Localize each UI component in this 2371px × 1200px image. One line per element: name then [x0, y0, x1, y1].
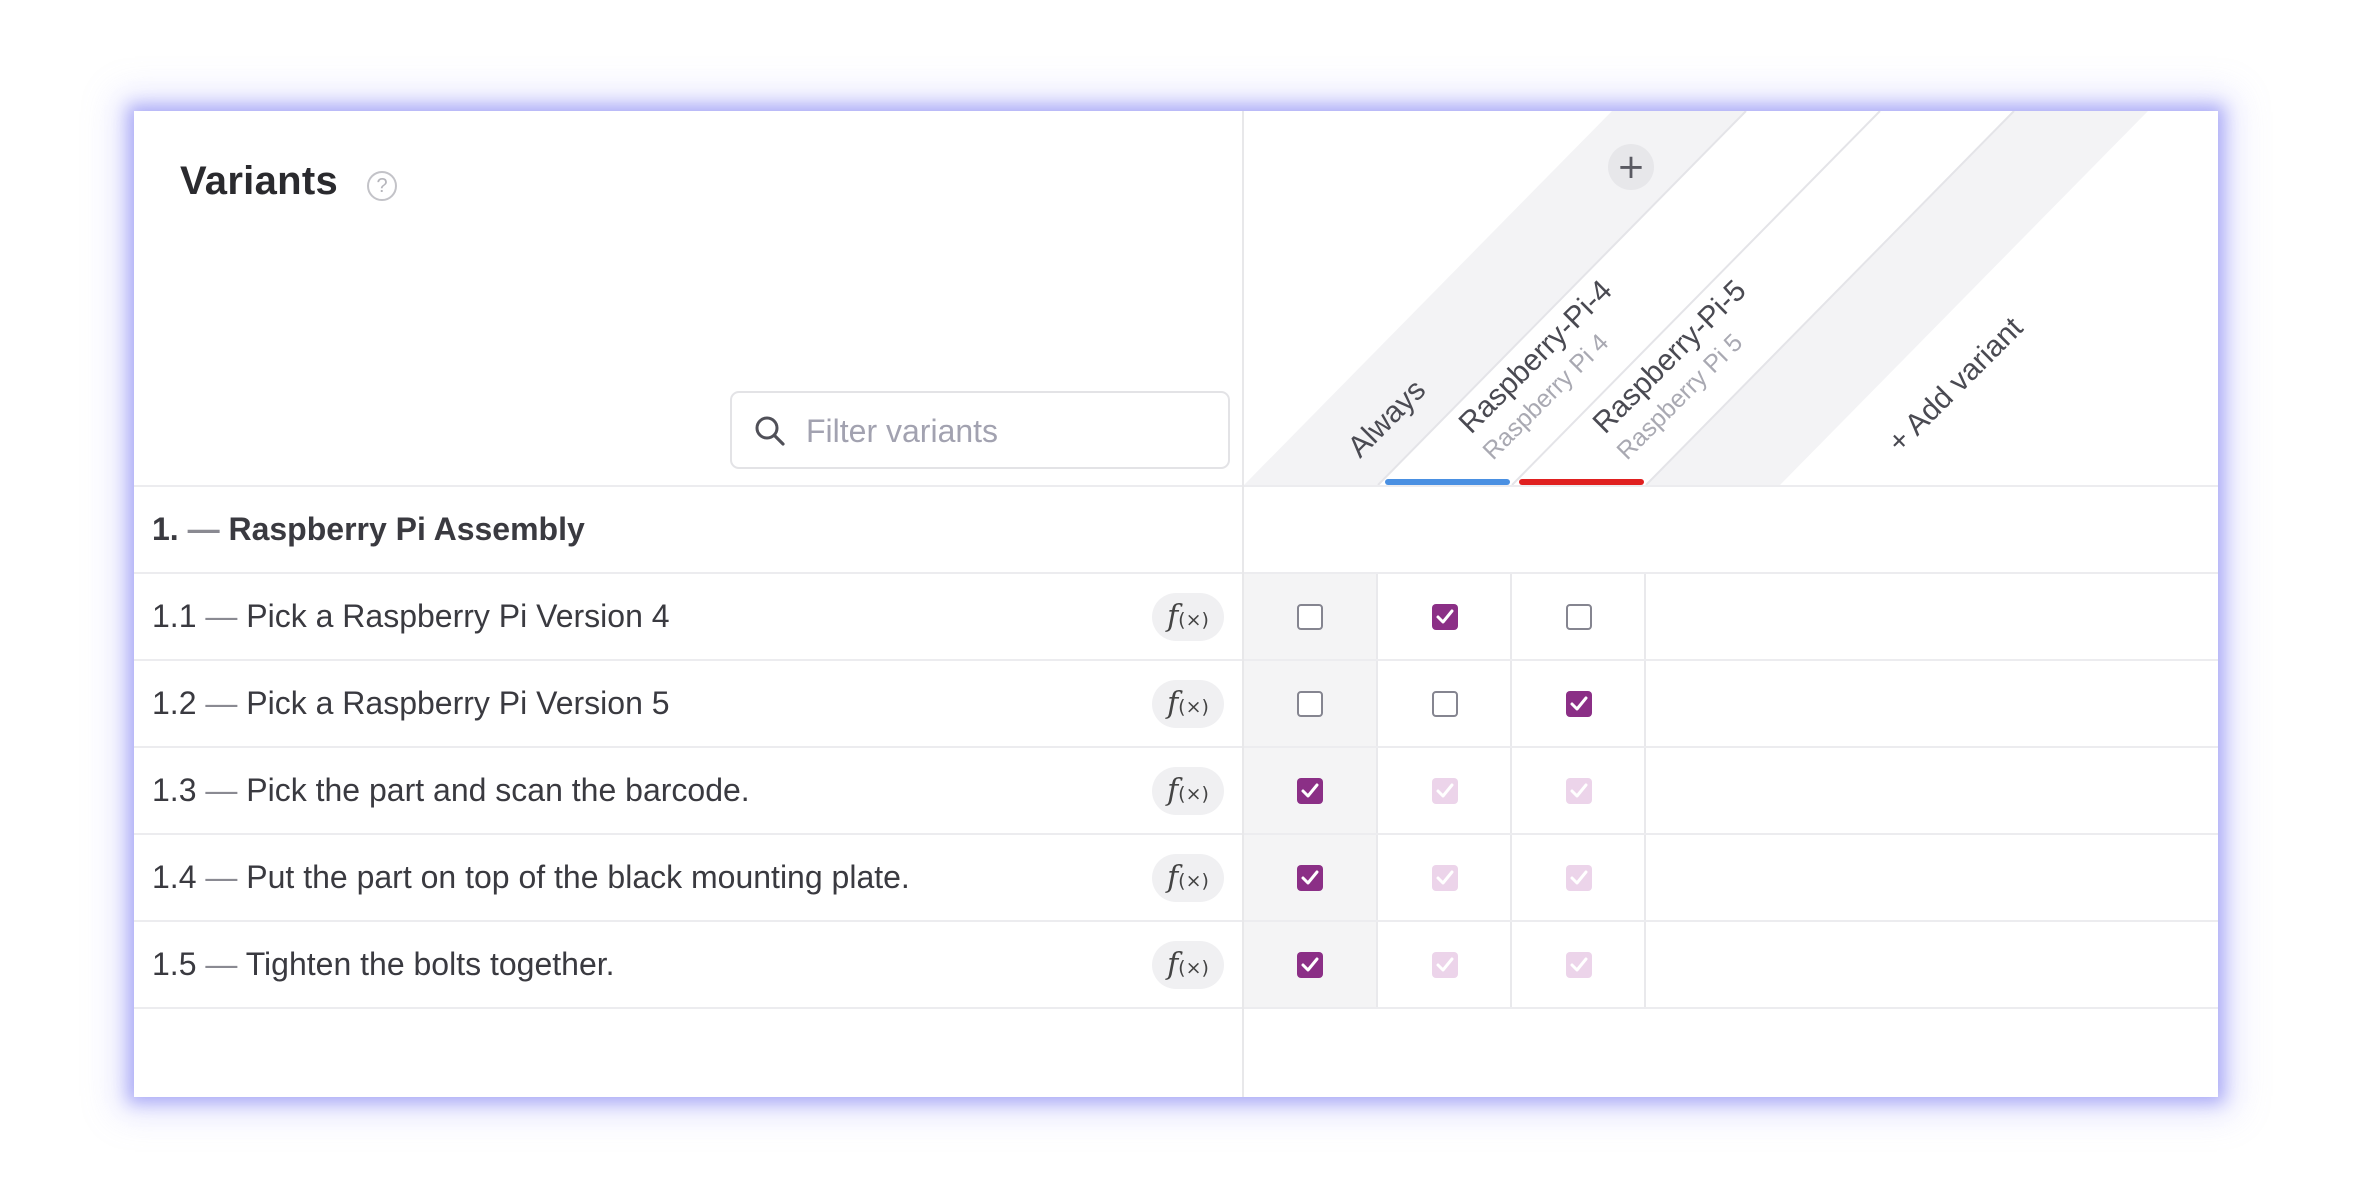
step-dash: —: [205, 685, 238, 721]
step-number: 1.2: [152, 685, 197, 721]
variant-checkbox-checked[interactable]: [1297, 778, 1323, 804]
filter-variants-input[interactable]: [804, 407, 1208, 455]
group-title: 1. — Raspberry Pi Assembly: [152, 487, 585, 571]
variant-cell: [1512, 574, 1646, 661]
formula-icon-args: (×): [1178, 609, 1209, 631]
step-row[interactable]: 1.1 — Pick a Raspberry Pi Version 4 f(×): [134, 572, 2218, 661]
step-text: Pick a Raspberry Pi Version 4: [246, 598, 670, 634]
variant-checkbox-unchecked[interactable]: [1432, 691, 1458, 717]
variant-checkbox-checked[interactable]: [1432, 604, 1458, 630]
formula-icon: f: [1167, 686, 1179, 721]
variants-panel: Variants ? + Always Raspberry-Pi-4 Raspb…: [134, 111, 2218, 1097]
step-number: 1.3: [152, 772, 197, 808]
variant-checkbox-checked[interactable]: [1566, 952, 1592, 978]
variant-checkbox-checked[interactable]: [1297, 952, 1323, 978]
step-dash: —: [205, 946, 238, 982]
checkmark-icon: [1436, 957, 1454, 972]
formula-icon: f: [1167, 947, 1179, 982]
variant-checkbox-unchecked[interactable]: [1566, 604, 1592, 630]
variant-checkbox-checked[interactable]: [1297, 865, 1323, 891]
help-icon[interactable]: ?: [367, 171, 397, 201]
checkmark-icon: [1436, 783, 1454, 798]
panel-title: Variants: [180, 159, 339, 203]
step-label: 1.2 — Pick a Raspberry Pi Version 5: [152, 661, 670, 745]
formula-button[interactable]: f(×): [1152, 854, 1224, 902]
variant-checkbox-checked[interactable]: [1566, 865, 1592, 891]
filter-box[interactable]: [730, 391, 1230, 469]
step-dash: —: [205, 772, 238, 808]
variant-cell: [1378, 661, 1512, 748]
step-text: Put the part on top of the black mountin…: [246, 859, 910, 895]
formula-icon-args: (×): [1178, 957, 1209, 979]
step-row[interactable]: 1.5 — Tighten the bolts together. f(×): [134, 920, 2218, 1009]
checkmark-icon: [1570, 870, 1588, 885]
step-number: 1.1: [152, 598, 197, 634]
formula-button[interactable]: f(×): [1152, 767, 1224, 815]
group-title-text: Raspberry Pi Assembly: [228, 511, 585, 547]
step-text: Pick a Raspberry Pi Version 5: [246, 685, 670, 721]
variant-cell: [1378, 835, 1512, 922]
variant-cell: [1512, 835, 1646, 922]
checkmark-icon: [1301, 957, 1319, 972]
checkmark-icon: [1570, 957, 1588, 972]
variant-cell: [1244, 661, 1378, 748]
formula-icon: f: [1167, 599, 1179, 634]
formula-button[interactable]: f(×): [1152, 593, 1224, 641]
group-number: 1.: [152, 511, 179, 547]
variant-checkbox-checked[interactable]: [1566, 778, 1592, 804]
step-dash: —: [205, 859, 238, 895]
formula-icon: f: [1167, 860, 1179, 895]
variant-checkbox-checked[interactable]: [1432, 952, 1458, 978]
variant-cell: [1378, 922, 1512, 1009]
variant-cell: [1512, 661, 1646, 748]
step-label: 1.3 — Pick the part and scan the barcode…: [152, 748, 750, 832]
formula-icon-args: (×): [1178, 870, 1209, 892]
formula-icon-args: (×): [1178, 696, 1209, 718]
checkmark-icon: [1301, 870, 1319, 885]
formula-icon: f: [1167, 773, 1179, 808]
step-text: Pick the part and scan the barcode.: [246, 772, 750, 808]
step-label: 1.1 — Pick a Raspberry Pi Version 4: [152, 574, 670, 658]
variant-cell: [1512, 922, 1646, 1009]
variant-cell: [1244, 574, 1378, 661]
column-divider: [1242, 111, 1244, 1097]
variant-checkbox-checked[interactable]: [1432, 778, 1458, 804]
formula-icon-args: (×): [1178, 783, 1209, 805]
step-number: 1.4: [152, 859, 197, 895]
variant-checkbox-unchecked[interactable]: [1297, 691, 1323, 717]
formula-button[interactable]: f(×): [1152, 941, 1224, 989]
variant-cell: [1244, 922, 1378, 1009]
variant-cell: [1378, 574, 1512, 661]
variant-column-headers: + Always Raspberry-Pi-4 Raspberry Pi 4 R…: [1244, 111, 2148, 485]
checkmark-icon: [1436, 870, 1454, 885]
step-row[interactable]: 1.4 — Put the part on top of the black m…: [134, 833, 2218, 922]
variant-cell: [1378, 748, 1512, 835]
checkmark-icon: [1570, 696, 1588, 711]
step-label: 1.5 — Tighten the bolts together.: [152, 922, 615, 1006]
add-column-button[interactable]: +: [1608, 144, 1654, 190]
variant-cell: [1244, 835, 1378, 922]
step-row[interactable]: 1.3 — Pick the part and scan the barcode…: [134, 746, 2218, 835]
checkmark-icon: [1436, 609, 1454, 624]
step-row[interactable]: 1.2 — Pick a Raspberry Pi Version 5 f(×): [134, 659, 2218, 748]
step-number: 1.5: [152, 946, 197, 982]
plus-icon[interactable]: +: [1617, 147, 1646, 187]
variant-cell: [1244, 748, 1378, 835]
variant-cell: [1512, 748, 1646, 835]
variant-checkbox-checked[interactable]: [1566, 691, 1592, 717]
formula-button[interactable]: f(×): [1152, 680, 1224, 728]
group-row: 1. — Raspberry Pi Assembly: [134, 485, 2218, 572]
table-bottom-border: [134, 1007, 2218, 1009]
step-dash: —: [205, 598, 238, 634]
search-icon: [755, 416, 785, 446]
group-dash: —: [187, 511, 220, 547]
checkmark-icon: [1301, 783, 1319, 798]
variant-checkbox-unchecked[interactable]: [1297, 604, 1323, 630]
step-label: 1.4 — Put the part on top of the black m…: [152, 835, 910, 919]
checkmark-icon: [1570, 783, 1588, 798]
step-text: Tighten the bolts together.: [245, 946, 615, 982]
variant-checkbox-checked[interactable]: [1432, 865, 1458, 891]
